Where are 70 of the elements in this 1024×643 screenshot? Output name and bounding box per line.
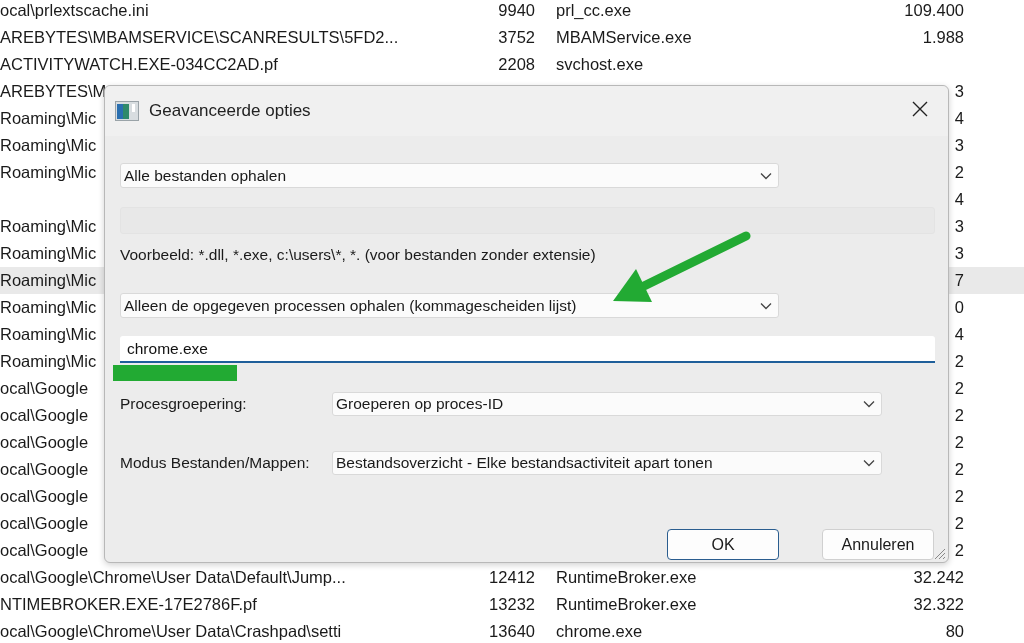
table-cell: ocal\Google [0,514,89,533]
table-cell: ocal\Google\Chrome\User Data\Crashpad\setti [0,622,342,641]
table-cell: Roaming\Mic [0,271,97,290]
table-row[interactable]: ACTIVITYWATCH.EXE-034CC2AD.pf 2208 svchost.exe [0,51,1024,78]
ok-button[interactable]: OK [667,529,779,560]
table-cell: Roaming\Mic [0,352,97,371]
table-cell: Roaming\Mic [0,136,97,155]
table-cell: RuntimeBroker.exe [556,595,697,614]
table-cell: ocal\Google [0,379,89,398]
table-cell: 3 [954,82,964,101]
table-cell: ocal\prlextscache.ini [0,1,149,20]
table-row[interactable]: ocal\prlextscache.ini 9940 prl_cc.exe 109.400 [0,0,1024,24]
table-cell: 2 [954,406,964,425]
field-label: Modus Bestanden/Mappen: [120,454,311,472]
table-cell: Roaming\Mic [0,217,97,236]
chevron-icon [760,171,772,180]
table-row[interactable]: AREBYTES\MBAMSERVICE\SCANRESULTS\5FD2... 3752 MBAMService.exe 1.988 [0,24,1024,51]
chevron-icon [760,301,772,310]
close-icon [912,101,928,117]
table-cell: 4 [954,325,964,344]
table-cell: 3 [954,217,964,236]
table-cell: svchost.exe [556,55,644,74]
table-cell: 13640 [489,622,535,641]
table-cell: 4 [954,190,964,209]
table-cell: 2 [954,514,964,533]
table-cell: ocal\Google [0,487,89,506]
input-field[interactable]: chrome.exe [120,336,935,363]
table-row[interactable]: ocal\Google\Chrome\User Data\Default\Jump... 12412 RuntimeBroker.exe 32.242 [0,564,1024,591]
table-cell: RuntimeBroker.exe [556,568,697,587]
table-cell: MBAMService.exe [556,28,692,47]
table-cell: 3752 [498,28,535,47]
resize-grip-icon [932,546,946,560]
chevron-icon [863,459,875,467]
table-cell: 32.322 [913,595,964,614]
table-cell: AREBYTES\M [0,82,107,101]
table-cell: 2 [954,433,964,452]
table-cell: ocal\Google [0,433,89,452]
table-cell: 12412 [489,568,535,587]
field-label: Procesgroepering: [120,395,248,413]
table-cell: 2208 [498,55,535,74]
app-icon [115,101,139,121]
table-cell: 1.988 [922,28,964,47]
table-cell: 2 [954,379,964,398]
dropdown[interactable]: Groeperen op proces-ID [332,392,882,416]
table-cell: 109.400 [904,1,964,20]
table-cell: 32.242 [913,568,964,587]
example-text: Voorbeeld: *.dll, *.exe, c:\users\*, *. (voor bestanden zonder extensie) [120,245,597,265]
table-cell: 2 [954,487,964,506]
table-cell: 3 [954,136,964,155]
table-cell: ocal\Google\Chrome\User Data\Default\Jump... [0,568,346,587]
table-cell: prl_cc.exe [556,1,632,20]
table-cell: ACTIVITYWATCH.EXE-034CC2AD.pf [0,55,278,74]
dropdown[interactable]: Alleen de opgegeven processen ophalen (kommagescheiden lijst) [120,293,779,318]
table-row[interactable]: ocal\Google\Chrome\User Data\Crashpad\setti 13640 chrome.exe 80 [0,618,1024,643]
window-title: Geavanceerde opties [149,101,311,121]
table-cell: 7 [954,271,964,290]
table-cell: 80 [945,622,964,641]
dropdown[interactable]: Alle bestanden ophalen [120,163,779,188]
table-cell: Roaming\Mic [0,325,97,344]
table-row[interactable]: NTIMEBROKER.EXE-17E2786F.pf 13232 RuntimeBroker.exe 32.322 [0,591,1024,618]
table-cell: chrome.exe [556,622,643,641]
table-cell: AREBYTES\MBAMSERVICE\SCANRESULTS\5FD2... [0,28,399,47]
table-cell: NTIMEBROKER.EXE-17E2786F.pf [0,595,257,614]
table-cell: 9940 [498,1,535,20]
chevron-icon [863,400,875,408]
table-cell: 2 [954,352,964,371]
dropdown[interactable]: Bestandsoverzicht - Elke bestandsactiviteit apart tonen [332,451,882,475]
table-cell: 13232 [489,595,535,614]
table-cell: ocal\Google [0,406,89,425]
cancel-button[interactable]: Annuleren [822,529,934,560]
